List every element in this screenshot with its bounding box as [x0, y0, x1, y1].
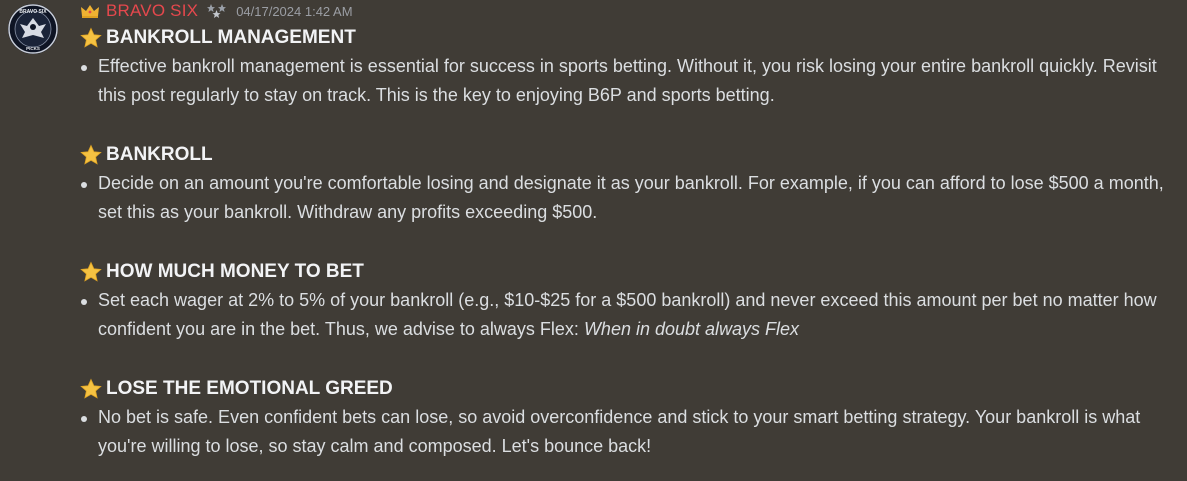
section-bankroll-management: BANKROLL MANAGEMENT Effective bankroll m… — [80, 24, 1180, 109]
section-bankroll: BANKROLL Decide on an amount you're comf… — [80, 141, 1180, 226]
bravo-six-picks-logo-icon: BRAVO SIX PICKS — [8, 4, 58, 54]
user-avatar[interactable]: BRAVO SIX PICKS — [8, 4, 58, 54]
star-icon — [80, 261, 102, 282]
bullet-item: Effective bankroll management is essenti… — [80, 52, 1180, 109]
message-content: BRAVO SIX 04/17/2024 1:42 AM BANKROLL MA… — [80, 0, 1180, 460]
message-header: BRAVO SIX 04/17/2024 1:42 AM — [80, 0, 1180, 23]
section-title: LOSE THE EMOTIONAL GREED — [106, 378, 393, 399]
message-timestamp: 04/17/2024 1:42 AM — [236, 3, 353, 19]
bullet-item: No bet is safe. Even confident bets can … — [80, 403, 1180, 460]
star-icon — [80, 27, 102, 48]
section-how-much-money-to-bet: HOW MUCH MONEY TO BET Set each wager at … — [80, 258, 1180, 343]
bullet-item: Decide on an amount you're comfortable l… — [80, 169, 1180, 226]
stars-badge-icon — [207, 4, 227, 18]
avatar-bottom-text: PICKS — [26, 46, 40, 51]
section-heading: BANKROLL MANAGEMENT — [80, 24, 1180, 52]
star-icon — [80, 144, 102, 165]
avatar-top-text: BRAVO SIX — [19, 9, 47, 15]
section-title: HOW MUCH MONEY TO BET — [106, 261, 364, 282]
section-title: BANKROLL MANAGEMENT — [106, 27, 356, 48]
section-lose-the-emotional-greed: LOSE THE EMOTIONAL GREED No bet is safe.… — [80, 375, 1180, 460]
username[interactable]: BRAVO SIX — [106, 1, 198, 21]
section-heading: HOW MUCH MONEY TO BET — [80, 258, 1180, 286]
section-heading: BANKROLL — [80, 141, 1180, 169]
section-heading: LOSE THE EMOTIONAL GREED — [80, 375, 1180, 403]
emphasis-text: When in doubt always Flex — [583, 318, 800, 339]
star-icon — [80, 378, 102, 399]
section-title: BANKROLL — [106, 144, 213, 165]
crown-icon — [81, 5, 99, 18]
bullet-item: Set each wager at 2% to 5% of your bankr… — [80, 286, 1180, 343]
